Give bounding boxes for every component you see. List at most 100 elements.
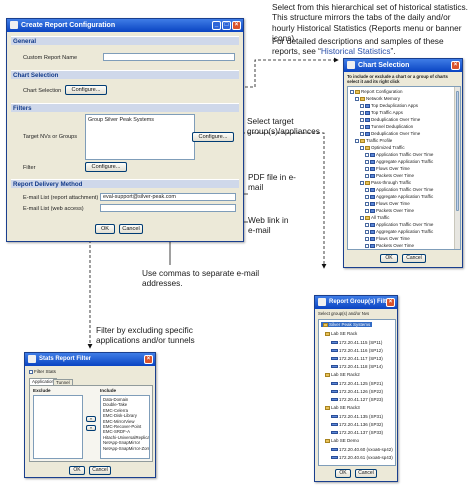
checkbox-icon[interactable] xyxy=(365,229,369,234)
appliance-tree-item[interactable]: 172.20.41.137 (SP33) xyxy=(331,430,383,435)
checkbox-icon[interactable] xyxy=(360,117,364,122)
checkbox-icon[interactable] xyxy=(360,124,364,129)
cancel-button[interactable]: Cancel xyxy=(402,254,426,263)
appliance-tree-item[interactable]: 172.20.41.125 (SP21) xyxy=(331,381,383,386)
appliance-tree-item[interactable]: 172.20.41.116 (SP12) xyxy=(331,348,383,353)
checkbox-icon[interactable] xyxy=(360,215,364,220)
email-attach-input[interactable]: eval-support@silver-peak.com xyxy=(100,193,236,201)
checkbox-icon[interactable] xyxy=(360,180,364,185)
appliance-tree-item[interactable]: 172.20.40.60 (vxoa6-sp42) xyxy=(331,447,393,452)
checkbox-icon[interactable] xyxy=(365,222,369,227)
group-tree-item[interactable]: Lab SE Rack2 xyxy=(325,372,360,377)
checkbox-icon[interactable] xyxy=(365,194,369,199)
cancel-button[interactable]: Cancel xyxy=(355,469,377,478)
ok-button[interactable]: OK xyxy=(335,469,351,478)
close-icon[interactable]: × xyxy=(232,21,241,30)
chart-tree-item[interactable]: Flows Over Time xyxy=(365,166,410,171)
checkbox-icon[interactable] xyxy=(355,138,359,143)
checkbox-icon[interactable] xyxy=(360,145,364,150)
checkbox-icon[interactable] xyxy=(365,187,369,192)
chart-tree-item[interactable]: Aggregate Application Traffic xyxy=(365,194,433,199)
appliance-tree-item[interactable]: 172.20.41.135 (SP31) xyxy=(331,414,383,419)
move-right-button[interactable]: » xyxy=(86,416,96,422)
move-left-button[interactable]: « xyxy=(86,425,96,431)
chart-tree-item[interactable]: Packets Over Time xyxy=(365,243,414,248)
exclude-list[interactable] xyxy=(33,395,83,459)
include-list[interactable]: Data-Domain Double-Take EMC-Celerra EMC-Dis… xyxy=(100,395,150,459)
maximize-icon[interactable]: □ xyxy=(222,21,231,30)
chart-tree-item[interactable]: Aggregate Application Traffic xyxy=(365,229,433,234)
group-tree-item[interactable]: Silver Peak Systems xyxy=(321,322,373,327)
appliance-tree-item[interactable]: 172.20.41.118 (SP14) xyxy=(331,364,383,369)
stats-filter-titlebar[interactable]: Stats Report Filter × xyxy=(25,353,155,366)
chart-tree-item[interactable]: Packets Over Time xyxy=(365,208,414,213)
minimize-icon[interactable]: _ xyxy=(212,21,221,30)
appliance-tree-item[interactable]: 172.20.40.61 (vxoa6-sp43) xyxy=(331,455,393,460)
custom-name-input[interactable] xyxy=(103,53,235,61)
checkbox-icon[interactable] xyxy=(360,103,364,108)
chart-tree-item[interactable]: Deduplication Over Time xyxy=(360,131,420,136)
chart-tree[interactable]: Report Configuration Network Memory Top De… xyxy=(347,86,461,250)
appliance-tree-item[interactable]: 172.20.41.117 (SP13) xyxy=(331,356,383,361)
cancel-button[interactable]: Cancel xyxy=(119,224,143,234)
chart-tree-item[interactable]: Optimized Traffic xyxy=(360,145,405,150)
appliance-tree-item[interactable]: 172.20.41.127 (SP23) xyxy=(331,397,383,402)
configure-filter-button[interactable]: Configure... xyxy=(85,162,127,172)
chart-tree-item[interactable]: Report Configuration xyxy=(350,89,403,94)
chart-tree-item[interactable]: Network Memory xyxy=(355,96,400,101)
group-tree-item[interactable]: Lab SE Rack3 xyxy=(325,405,360,410)
filter-stats-checkbox[interactable]: Filter Stats xyxy=(29,369,56,374)
group-tree-item[interactable]: Lab SE Rack xyxy=(325,331,357,336)
checkbox-icon[interactable] xyxy=(365,236,369,241)
group-tree-label: 172.20.41.135 (SP31) xyxy=(339,414,384,419)
group-tree[interactable]: Silver Peak Systems Lab SE Rack 172.20.41.… xyxy=(318,319,396,466)
create-report-titlebar[interactable]: Create Report Configuration _ □ × xyxy=(7,19,243,32)
chart-tree-item[interactable]: Application Traffic Over Time xyxy=(365,187,433,192)
chart-tree-item[interactable]: Packets Over Time xyxy=(365,173,414,178)
chart-tree-item[interactable]: Top Deduplication Apps xyxy=(360,103,418,108)
chart-tree-item[interactable]: All Traffic xyxy=(360,215,389,220)
appliance-tree-item[interactable]: 172.20.41.126 (SP22) xyxy=(331,389,383,394)
checkbox-icon[interactable] xyxy=(365,166,369,171)
target-group-item[interactable]: Group Silver Peak Systems xyxy=(86,115,194,123)
checkbox-icon[interactable] xyxy=(365,208,369,213)
checkbox-icon[interactable] xyxy=(365,243,369,248)
checkbox-icon[interactable] xyxy=(365,159,369,164)
chart-tree-item[interactable]: Deduplication Over Time xyxy=(360,117,420,122)
configure-charts-button[interactable]: Configure... xyxy=(65,85,107,95)
chart-tree-scrollbar[interactable] xyxy=(454,87,460,249)
checkbox-icon[interactable] xyxy=(360,110,364,115)
chart-tree-item[interactable]: Tunnel Deduplication xyxy=(360,124,413,129)
chart-tree-item[interactable]: Pass-through Traffic xyxy=(360,180,411,185)
ok-button[interactable]: OK xyxy=(69,466,85,475)
checkbox-icon[interactable] xyxy=(365,201,369,206)
close-icon[interactable]: × xyxy=(386,298,395,307)
ok-button[interactable]: OK xyxy=(380,254,398,263)
checkbox-icon[interactable] xyxy=(355,96,359,101)
chart-tree-item[interactable]: Flows Over Time xyxy=(365,236,410,241)
email-web-input[interactable] xyxy=(100,204,236,212)
checkbox-icon[interactable] xyxy=(29,369,33,374)
chart-tree-item[interactable]: Aggregate Application Traffic xyxy=(365,159,433,164)
close-icon[interactable]: × xyxy=(451,61,460,70)
chart-tree-item[interactable]: Flows Over Time xyxy=(365,201,410,206)
chart-tree-item[interactable]: Application Traffic Over Time xyxy=(365,152,433,157)
appliance-tree-item[interactable]: 172.20.41.115 (SP11) xyxy=(331,340,382,345)
close-icon[interactable]: × xyxy=(144,355,153,364)
chart-tree-item[interactable]: Application Traffic Over Time xyxy=(365,222,433,227)
include-list-item[interactable]: NetApp-SnapMirror-Zombie xyxy=(103,446,149,451)
chart-selection-titlebar[interactable]: Chart Selection × xyxy=(344,59,462,72)
configure-target-button[interactable]: Configure... xyxy=(192,132,234,142)
checkbox-icon[interactable] xyxy=(365,173,369,178)
checkbox-icon[interactable] xyxy=(360,131,364,136)
chart-tree-item[interactable]: Traffic Profile xyxy=(355,138,392,143)
cancel-button[interactable]: Cancel xyxy=(89,466,111,475)
ok-button[interactable]: OK xyxy=(95,224,115,234)
group-tree-item[interactable]: Lab SE Demo xyxy=(325,438,359,443)
group-filter-titlebar[interactable]: Report Group(s) Filter × xyxy=(315,296,397,309)
target-groups-list[interactable]: Group Silver Peak Systems xyxy=(85,114,195,160)
checkbox-icon[interactable] xyxy=(350,89,354,94)
appliance-tree-item[interactable]: 172.20.41.136 (SP32) xyxy=(331,422,383,427)
chart-tree-item[interactable]: Top Traffic Apps xyxy=(360,110,403,115)
checkbox-icon[interactable] xyxy=(365,152,369,157)
